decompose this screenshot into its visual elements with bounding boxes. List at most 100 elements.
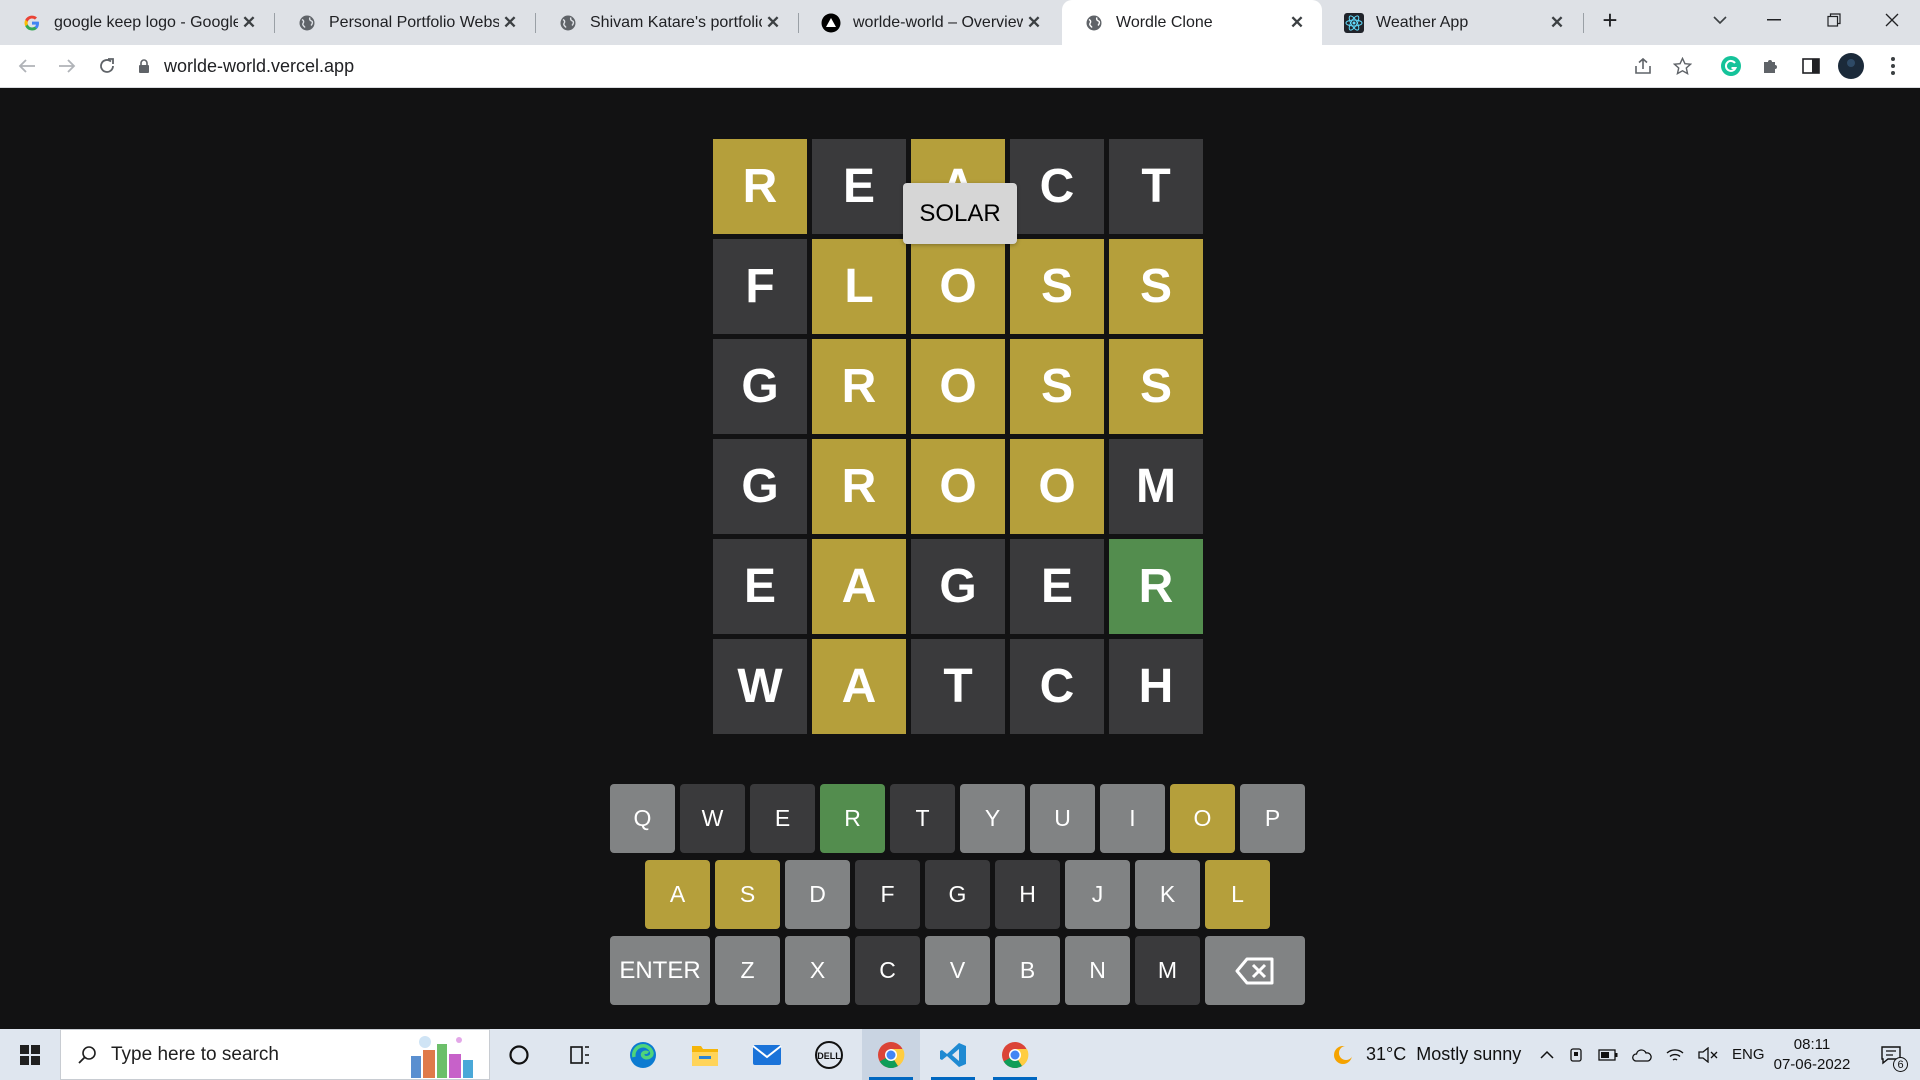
key-l[interactable]: L [1205,860,1270,929]
tile-correct: R [1109,539,1203,634]
google-g-icon [22,13,42,33]
vscode-taskbar-app[interactable] [924,1029,982,1080]
close-icon[interactable]: ✕ [499,12,521,34]
tile-absent: C [1010,639,1104,734]
reload-button[interactable] [90,49,124,83]
close-icon[interactable]: ✕ [1286,12,1308,34]
chrome-icon [878,1041,905,1068]
extensions-button[interactable] [1754,49,1788,83]
restore-button[interactable] [1810,0,1858,40]
svg-text:DELL: DELL [817,1051,841,1061]
key-y[interactable]: Y [960,784,1025,853]
tab-separator [1583,13,1584,33]
arrow-left-icon [18,59,35,73]
new-tab-button[interactable]: + [1588,0,1632,40]
close-icon[interactable]: ✕ [238,12,260,34]
share-button[interactable] [1626,49,1660,83]
bookmark-star-button[interactable] [1665,49,1699,83]
key-e[interactable]: E [750,784,815,853]
tile-present: A [812,639,906,734]
profile-avatar[interactable] [1834,49,1868,83]
task-view-button[interactable] [551,1029,609,1080]
key-r[interactable]: R [820,784,885,853]
mail-taskbar-app[interactable] [738,1029,796,1080]
chrome-taskbar-app-2[interactable] [986,1029,1044,1080]
key-h[interactable]: H [995,860,1060,929]
key-o[interactable]: O [1170,784,1235,853]
minimize-button[interactable] [1750,0,1798,40]
reload-icon [100,58,114,73]
key-p[interactable]: P [1240,784,1305,853]
chrome-taskbar-app[interactable] [862,1029,920,1080]
tile-present: O [911,239,1005,334]
key-f[interactable]: F [855,860,920,929]
weather-widget[interactable]: 31°C Mostly sunny [1330,1029,1521,1080]
close-icon[interactable]: ✕ [1023,12,1045,34]
language-indicator[interactable]: ENG [1732,1046,1765,1063]
key-c[interactable]: C [855,936,920,1005]
edge-taskbar-app[interactable] [614,1029,672,1080]
key-i[interactable]: I [1100,784,1165,853]
forward-button[interactable] [50,49,84,83]
chevron-down-icon [1713,16,1727,25]
tile-present: L [812,239,906,334]
notification-count: 6 [1893,1057,1908,1072]
close-window-button[interactable] [1868,0,1916,40]
tab-title: Wordle Clone [1116,13,1213,31]
taskbar-search-box[interactable]: Type here to search [60,1029,490,1080]
tab-wordle-clone[interactable]: Wordle Clone ✕ [1062,0,1322,45]
key-n[interactable]: N [1065,936,1130,1005]
key-x[interactable]: X [785,936,850,1005]
key-a[interactable]: A [645,860,710,929]
restore-icon [1827,13,1841,27]
tab-weather-app[interactable]: Weather App ✕ [1322,0,1582,45]
key-s[interactable]: S [715,860,780,929]
key-m[interactable]: M [1135,936,1200,1005]
key-t[interactable]: T [890,784,955,853]
side-panel-button[interactable] [1794,49,1828,83]
key-w[interactable]: W [680,784,745,853]
tile-present: R [812,439,906,534]
tab-search-button[interactable] [1696,0,1744,40]
dell-taskbar-app[interactable]: DELL [800,1029,858,1080]
grammarly-extension[interactable] [1714,49,1748,83]
key-u[interactable]: U [1030,784,1095,853]
tab-vercel-overview[interactable]: worlde-world – Overview – ✕ [799,0,1059,45]
back-button[interactable] [10,49,44,83]
weather-text: 31°C Mostly sunny [1366,1044,1522,1064]
file-explorer-taskbar-app[interactable] [676,1029,734,1080]
chevron-up-icon[interactable] [1540,1050,1554,1059]
tile-absent: C [1010,139,1104,234]
key-k[interactable]: K [1135,860,1200,929]
key-q[interactable]: Q [610,784,675,853]
close-icon[interactable]: ✕ [1546,12,1568,34]
tab-personal-portfolio[interactable]: Personal Portfolio Website ✕ [275,0,535,45]
key-d[interactable]: D [785,860,850,929]
backspace-key[interactable] [1205,936,1305,1005]
clock-date: 07-06-2022 [1773,1055,1851,1073]
chrome-icon [1002,1041,1029,1068]
tile-present: O [911,439,1005,534]
tab-shivam-portfolio[interactable]: Shivam Katare's portfolio ✕ [536,0,798,45]
tile-absent: M [1109,439,1203,534]
windows-logo-icon [20,1044,40,1065]
cortana-button[interactable] [490,1029,548,1080]
clock[interactable]: 08:11 07-06-2022 [1762,1029,1862,1080]
key-v[interactable]: V [925,936,990,1005]
globe-icon [1084,13,1104,33]
tab-google-keep[interactable]: google keep logo - Google ✕ [0,0,274,45]
tile-absent: G [911,539,1005,634]
notification-center-button[interactable]: 6 [1866,1029,1916,1080]
address-bar[interactable]: worlde-world.vercel.app [138,49,1638,83]
key-g[interactable]: G [925,860,990,929]
enter-key[interactable]: ENTER [610,936,710,1005]
key-j[interactable]: J [1065,860,1130,929]
key-b[interactable]: B [995,936,1060,1005]
menu-button[interactable] [1876,49,1910,83]
start-button[interactable] [0,1029,60,1080]
tab-title: Personal Portfolio Website [329,13,499,31]
tile-absent: G [713,439,807,534]
key-z[interactable]: Z [715,936,780,1005]
close-icon[interactable]: ✕ [762,12,784,34]
onedrive-icon [1632,1048,1652,1062]
